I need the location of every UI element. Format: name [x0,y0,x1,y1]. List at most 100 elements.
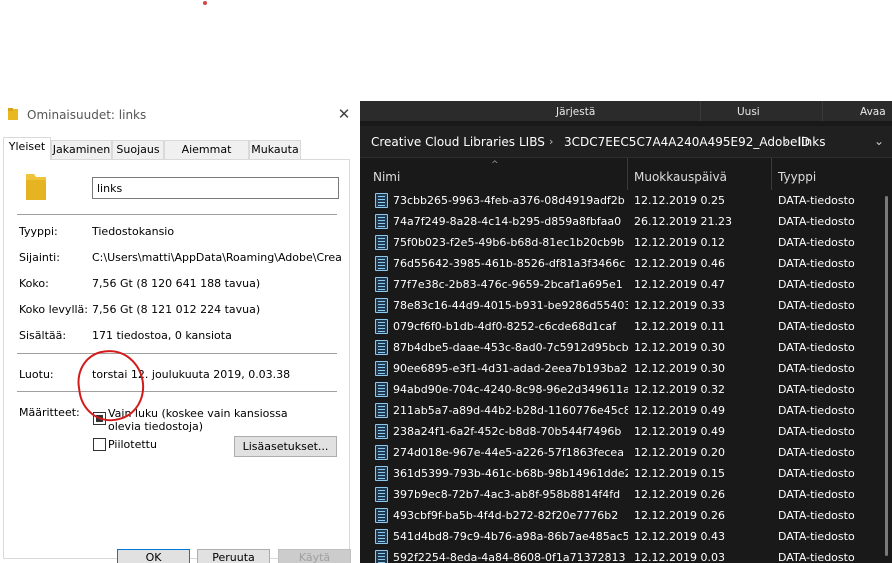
data-file-icon [375,529,388,544]
file-row[interactable]: 274d018e-967e-44e5-a226-57f1863fecea 12.1… [360,442,892,463]
file-type: DATA-tiedosto [778,362,855,375]
file-row[interactable]: 079cf6f0-b1db-4df0-8252-c6cde68d1caf 12.1… [360,316,892,337]
file-date: 12.12.2019 0.26 [634,509,725,522]
breadcrumb-libs[interactable]: LIBS [519,135,545,149]
file-name: 361d5399-793b-461c-b68b-98b14961dde2 [393,467,628,480]
ribbon-new[interactable]: Uusi [737,106,760,118]
type-label: Tyyppi: [19,225,58,238]
file-type: DATA-tiedosto [778,320,855,333]
contains-value: 171 tiedostoa, 0 kansiota [92,329,232,342]
file-row[interactable]: 541d4bd8-79c9-4b76-a98a-86b7ae485ac5 12.1… [360,526,892,547]
file-row[interactable]: 592f2254-8eda-4a84-8608-0f1a71372813 12.1… [360,547,892,563]
file-date: 12.12.2019 0.03 [634,551,725,563]
hidden-checkbox[interactable] [93,438,106,451]
dialog-titlebar[interactable]: Ominaisuudet: links ✕ [0,99,357,131]
scrollbar-thumb[interactable] [885,196,888,556]
data-file-icon [375,193,388,208]
chevron-right-icon: › [505,135,510,148]
column-header-date[interactable]: Muokkauspäivä [626,158,766,190]
breadcrumb-adobeid[interactable]: 3CDC7EEC5C7A4A240A495E92_AdobeID [564,135,810,149]
close-icon[interactable]: ✕ [335,105,353,123]
data-file-icon [375,487,388,502]
file-type: DATA-tiedosto [778,425,855,438]
file-date: 12.12.2019 0.33 [634,299,725,312]
file-row[interactable]: 75f0b023-f2e5-49b6-b68d-81ec1b20cb9b 12.1… [360,232,892,253]
file-date: 12.12.2019 0.25 [634,194,725,207]
file-date: 12.12.2019 0.49 [634,425,725,438]
readonly-checkbox[interactable] [93,412,106,425]
file-type: DATA-tiedosto [778,215,855,228]
advanced-button[interactable]: Lisäasetukset... [234,436,337,457]
cancel-button[interactable]: Peruuta [197,549,270,563]
file-row[interactable]: 397b9ec8-72b7-4ac3-ab8f-958b8814f4fd 12.1… [360,484,892,505]
divider [17,391,337,392]
column-header-type[interactable]: Tyyppi [770,158,880,190]
column-header-name-label: Nimi [373,170,401,184]
data-file-icon [375,550,388,563]
file-type: DATA-tiedosto [778,383,855,396]
file-row[interactable]: 493cbf9f-ba5b-4f4d-b272-82f20e7776b2 12.1… [360,505,892,526]
apply-button[interactable]: Käytä [278,549,351,563]
file-date: 12.12.2019 0.47 [634,278,725,291]
file-name: 079cf6f0-b1db-4df0-8252-c6cde68d1caf [393,320,616,333]
hidden-label: Piilotettu [108,438,157,451]
ribbon-organize[interactable]: Järjestä [556,106,595,118]
file-name: 77f7e38c-2b83-476c-9659-2bcaf1a695e1 [393,278,623,291]
file-date: 12.12.2019 0.30 [634,362,725,375]
file-name: 90ee6895-e3f1-4d31-adad-2eea7b193ba2 [393,362,628,375]
created-value: torstai 12. joulukuuta 2019, 0.03.38 [92,368,291,381]
data-file-icon [375,235,388,250]
file-row[interactable]: 90ee6895-e3f1-4d31-adad-2eea7b193ba2 12.1… [360,358,892,379]
file-row[interactable]: 77f7e38c-2b83-476c-9659-2bcaf1a695e1 12.1… [360,274,892,295]
column-header-type-label: Tyyppi [778,170,817,184]
file-type: DATA-tiedosto [778,257,855,270]
file-row[interactable]: 76d55642-3985-461b-8526-df81a3f3466c 12.1… [360,253,892,274]
file-row[interactable]: 74a7f249-8a28-4c14-b295-d859a8fbfaa0 26.1… [360,211,892,232]
file-name: 76d55642-3985-461b-8526-df81a3f3466c [393,257,626,270]
divider [17,353,337,354]
data-file-icon [375,277,388,292]
folder-name-input[interactable] [92,177,339,199]
file-row[interactable]: 87b4dbe5-daae-453c-8ad0-7c5912d95bcb 12.1… [360,337,892,358]
column-header-date-label: Muokkauspäivä [634,170,727,184]
file-name: 78e83c16-44d9-4015-b931-be9286d55403 [393,299,628,312]
file-type: DATA-tiedosto [778,488,855,501]
location-value: C:\Users\matti\AppData\Roaming\Adobe\Cre… [92,251,342,264]
column-header-name[interactable]: Nimi [365,158,630,190]
file-row[interactable]: 238a24f1-6a2f-452c-b8d8-70b544f7496b 12.1… [360,421,892,442]
size-on-disk-value: 7,56 Gt (8 121 012 224 tavua) [92,303,261,316]
file-date: 12.12.2019 0.12 [634,236,725,249]
data-file-icon [375,214,388,229]
data-file-icon [375,508,388,523]
file-date: 12.12.2019 0.32 [634,383,725,396]
chevron-down-icon[interactable]: ⌄ [874,134,884,148]
ok-button[interactable]: OK [117,549,190,563]
tab-sharing[interactable]: Jakaminen [51,140,112,159]
file-row[interactable]: 94abd90e-704c-4240-8c98-96e2d349611a 12.1… [360,379,892,400]
breadcrumb-creative-cloud[interactable]: Creative Cloud Libraries [371,135,515,149]
file-name: 238a24f1-6a2f-452c-b8d8-70b544f7496b [393,425,622,438]
file-type: DATA-tiedosto [778,299,855,312]
file-date: 12.12.2019 0.49 [634,404,725,417]
tab-previous-versions[interactable]: Aiemmat versiot [164,140,249,173]
file-name: 397b9ec8-72b7-4ac3-ab8f-958b8814f4fd [393,488,621,501]
tab-security[interactable]: Suojaus [112,140,164,159]
file-row[interactable]: 211ab5a7-a89d-44b2-b28d-1160776e45c8 12.1… [360,400,892,421]
file-type: DATA-tiedosto [778,341,855,354]
file-row[interactable]: 73cbb265-9963-4feb-a376-08d4919adf2b 12.1… [360,190,892,211]
chevron-right-icon: › [784,135,789,148]
file-name: 541d4bd8-79c9-4b76-a98a-86b7ae485ac5 [393,530,628,543]
tab-customize[interactable]: Mukauta [249,140,301,159]
tab-general[interactable]: Yleiset [3,137,51,160]
file-date: 12.12.2019 0.30 [634,341,725,354]
breadcrumb-links[interactable]: links [798,135,825,149]
file-name: 493cbf9f-ba5b-4f4d-b272-82f20e7776b2 [393,509,619,522]
divider [822,101,823,121]
ribbon-open[interactable]: Avaa [860,106,886,118]
data-file-icon [375,403,388,418]
address-bar[interactable]: Creative Cloud Libraries › LIBS › 3CDC7E… [360,126,892,158]
data-file-icon [375,445,388,460]
file-row[interactable]: 78e83c16-44d9-4015-b931-be9286d55403 12.1… [360,295,892,316]
file-row[interactable]: 361d5399-793b-461c-b68b-98b14961dde2 12.1… [360,463,892,484]
file-date: 26.12.2019 21.23 [634,215,732,228]
